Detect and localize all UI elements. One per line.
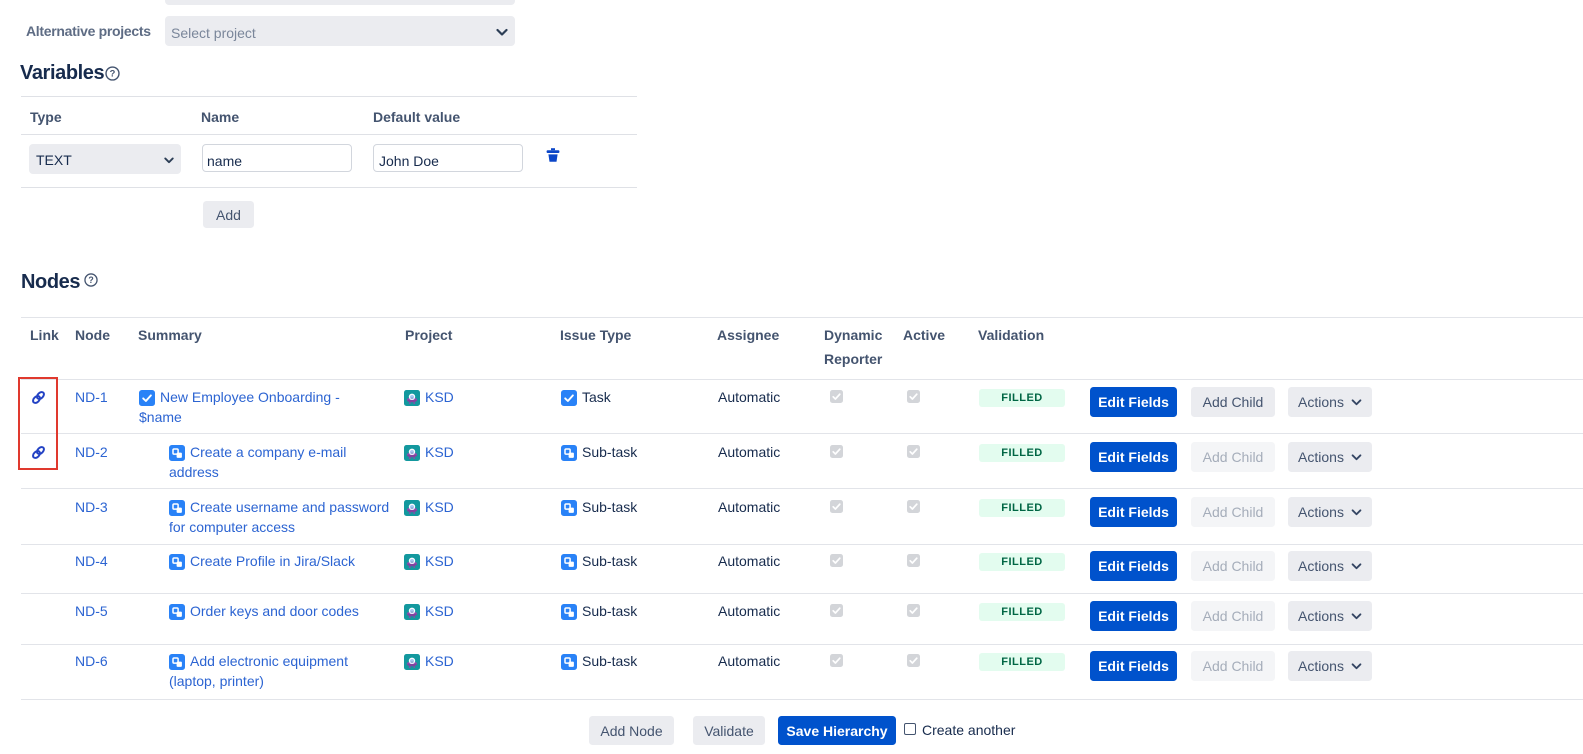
svg-text:?: ?: [88, 275, 93, 285]
svg-text:?: ?: [110, 69, 116, 79]
